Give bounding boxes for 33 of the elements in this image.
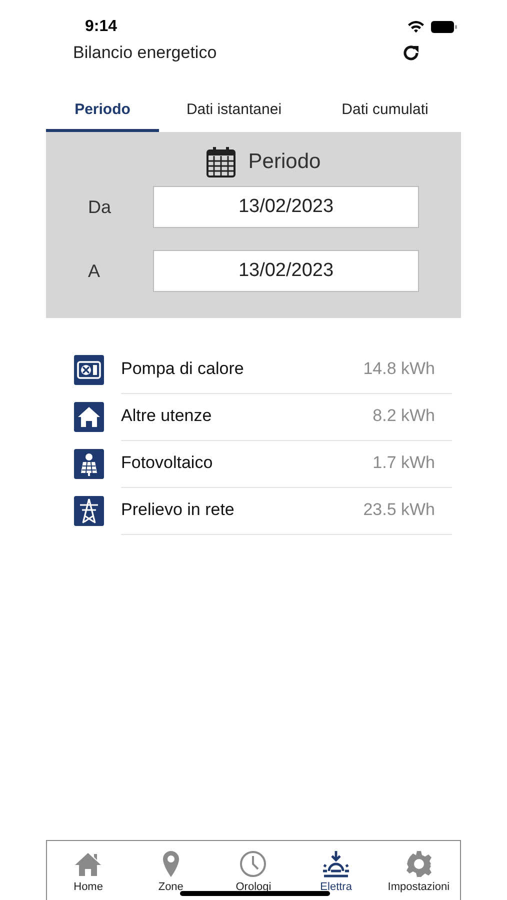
tab-bar-item[interactable]: Home (47, 841, 130, 900)
power-pylon-icon (74, 496, 104, 526)
tab-bar-item[interactable]: Impostazioni (377, 841, 460, 900)
item-label: Prelievo in rete (121, 500, 234, 520)
tab-bar-item[interactable]: Orologi (212, 841, 295, 900)
to-date-field[interactable]: 13/02/2023 (153, 250, 419, 292)
from-date-field[interactable]: 13/02/2023 (153, 186, 419, 228)
clock-icon (238, 849, 268, 879)
item-label: Pompa di calore (121, 359, 244, 379)
from-label: Da (87, 196, 112, 218)
settings-icon (404, 849, 434, 879)
solar-panel-icon (74, 448, 104, 478)
item-label: Fotovoltaico (121, 453, 213, 473)
screen-title: Bilancio energetico (73, 43, 217, 63)
heat-pump-icon (74, 354, 104, 384)
tab-bar-item[interactable]: Zone (130, 841, 212, 900)
calendar-icon (206, 146, 236, 178)
item-value: 8.2 kWh (372, 406, 435, 426)
refresh-icon[interactable] (401, 43, 421, 63)
item-label: Altre utenze (121, 406, 212, 426)
tab[interactable]: Dati cumulati (309, 90, 461, 132)
sunrise-icon (321, 849, 352, 879)
status-time: 9:14 (85, 18, 118, 36)
wifi-icon (407, 20, 425, 33)
tab-bar-item[interactable]: Elettra (294, 841, 378, 900)
battery-icon (431, 20, 457, 32)
item-value: 23.5 kWh (363, 500, 435, 520)
period-title: Periodo (248, 150, 321, 174)
tab[interactable]: Dati istantanei (159, 90, 309, 132)
to-label: A (87, 260, 102, 282)
house-icon (74, 402, 104, 432)
item-value: 1.7 kWh (372, 453, 435, 473)
item-value: 14.8 kWh (363, 359, 435, 379)
